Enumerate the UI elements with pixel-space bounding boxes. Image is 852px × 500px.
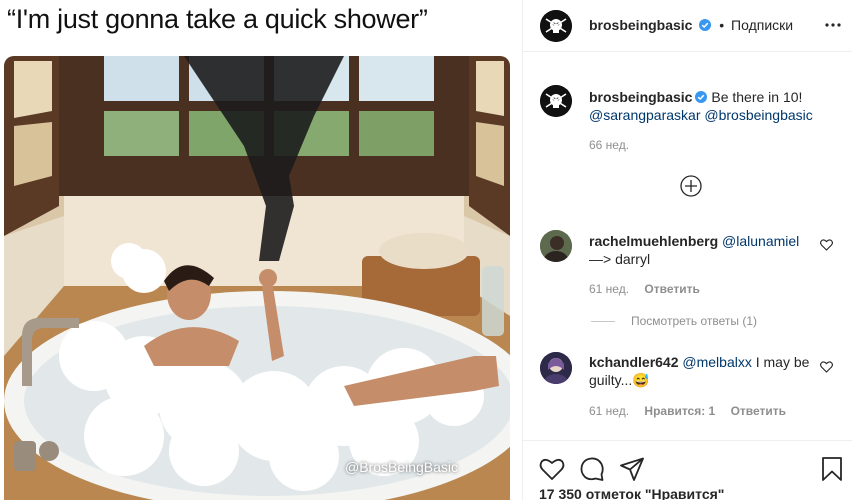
avatar-photo [540,230,572,262]
caption-mention-link[interactable]: @brosbeingbasic [704,107,812,123]
comment-username[interactable]: rachelmuehlenberg [589,233,718,249]
header-user: brosbeingbasic • Подписки [589,17,793,33]
comment-icon[interactable] [579,456,605,482]
post-header: brosbeingbasic • Подписки [523,0,852,52]
bros-logo-icon [540,85,572,117]
comment-meta: 61 нед. Ответить [589,282,712,296]
meme-caption: “I'm just gonna take a quick shower” [7,4,428,34]
comment-mention-link[interactable]: @melbalxx [682,354,751,370]
avatar[interactable] [540,10,572,42]
reply-button[interactable]: Ответить [731,404,786,418]
avatar-photo [540,352,572,384]
watermark: @BrosBeingBasic [345,459,459,475]
view-replies-button[interactable]: Посмотреть ответы (1) [591,314,757,328]
commenter-avatar[interactable] [540,230,572,262]
follow-status-button[interactable]: Подписки [731,17,793,33]
caption-avatar[interactable] [540,85,572,117]
comment-timestamp[interactable]: 61 нед. [589,282,629,296]
share-icon[interactable] [619,456,645,482]
verified-badge-icon [699,19,712,31]
comment-text: —> darryl [589,251,651,267]
caption-username[interactable]: brosbeingbasic [589,89,692,105]
reply-button[interactable]: Ответить [644,282,699,296]
comment: rachelmuehlenberg @lalunamiel —> darryl [589,232,829,268]
view-replies-label: Посмотреть ответы (1) [631,314,758,328]
replies-divider [591,321,615,323]
comment-meta: 61 нед. Нравится: 1 Ответить [589,404,798,418]
bathtub-photo [4,56,510,500]
comment-like-heart-icon[interactable] [820,361,833,373]
caption-mention-link[interactable]: @sarangparaskar [589,107,701,123]
separator-dot: • [719,17,725,33]
load-more-comments-icon[interactable] [680,175,702,197]
comment: kchandler642 @melbalxx I may be guilty..… [589,353,829,389]
heart-icon[interactable] [539,456,565,482]
caption-text: Be there in 10! [711,89,803,105]
bookmark-icon[interactable] [819,456,845,482]
comment-likes-count[interactable]: Нравится: 1 [644,404,715,418]
comment-like-heart-icon[interactable] [820,239,833,251]
caption-timestamp[interactable]: 66 нед. [589,138,629,152]
likes-count[interactable]: 17 350 отметок "Нравится" [539,486,724,500]
comment-mention-link[interactable]: @lalunamiel [722,233,799,249]
more-options-icon[interactable] [825,18,841,32]
comment-username[interactable]: kchandler642 [589,354,679,370]
caption: brosbeingbasic Be there in 10! @sarangpa… [589,88,839,124]
comment-timestamp[interactable]: 61 нед. [589,404,629,418]
post-image: “I'm just gonna take a quick shower” @Br… [0,0,522,500]
commenter-avatar[interactable] [540,352,572,384]
bros-logo-icon [540,10,572,42]
verified-badge-icon [695,91,708,103]
header-username[interactable]: brosbeingbasic [589,17,692,33]
post-sidebar: brosbeingbasic • Подписки brosbeingbasic… [522,0,852,500]
